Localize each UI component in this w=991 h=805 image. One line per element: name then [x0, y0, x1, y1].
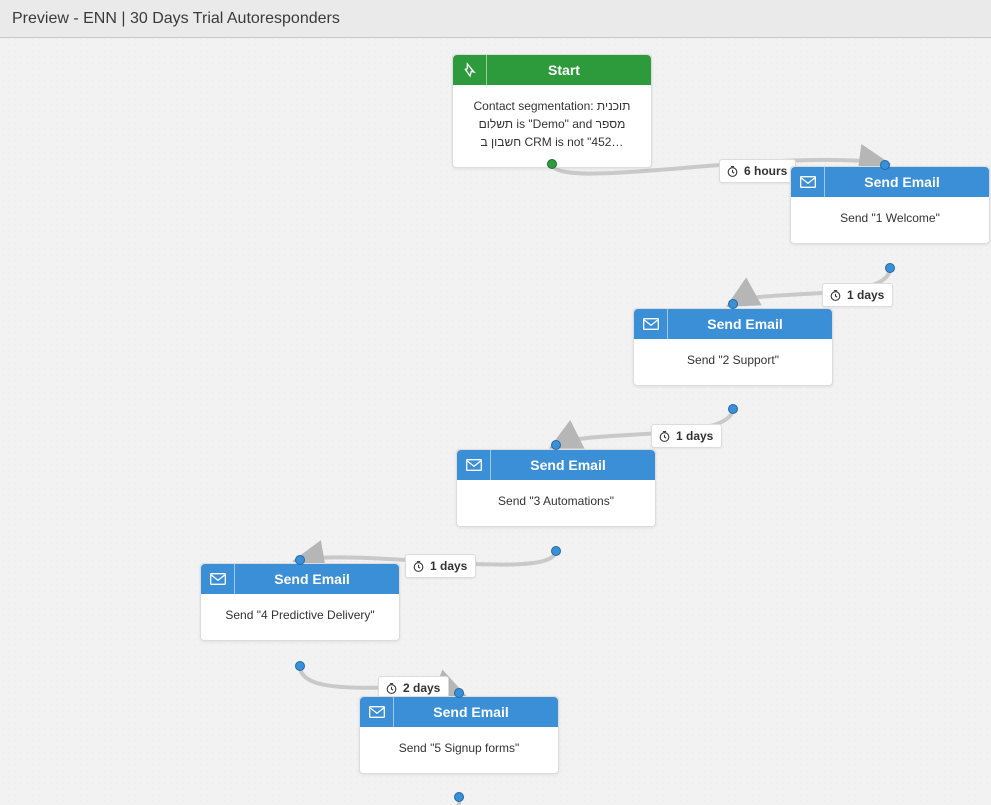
clock-icon	[658, 430, 671, 443]
email2-out-port[interactable]	[728, 404, 738, 414]
email5-node-title: Send Email	[394, 704, 558, 720]
delay-chip-3-label: 1 days	[676, 429, 713, 443]
clock-icon	[385, 682, 398, 695]
pointer-icon	[453, 55, 487, 85]
delay-chip-2-label: 1 days	[847, 288, 884, 302]
mail-icon	[360, 697, 394, 727]
clock-icon	[829, 289, 842, 302]
email1-out-port[interactable]	[885, 263, 895, 273]
email4-in-port[interactable]	[295, 555, 305, 565]
workflow-canvas[interactable]: Start Contact segmentation: תוכנית תשלום…	[0, 38, 991, 805]
email1-in-port[interactable]	[880, 160, 890, 170]
email2-in-port[interactable]	[728, 299, 738, 309]
start-node-body: Contact segmentation: תוכנית תשלום is "D…	[453, 85, 651, 167]
email3-in-port[interactable]	[551, 440, 561, 450]
email2-node-body: Send "2 Support"	[634, 339, 832, 385]
email5-node-header: Send Email	[360, 697, 558, 727]
email4-node[interactable]: Send Email Send "4 Predictive Delivery"	[200, 563, 400, 641]
delay-chip-4-label: 1 days	[430, 559, 467, 573]
delay-chip-1-label: 6 hours	[744, 164, 787, 178]
email4-out-port[interactable]	[295, 661, 305, 671]
start-out-port[interactable]	[547, 159, 557, 169]
email1-node[interactable]: Send Email Send "1 Welcome"	[790, 166, 990, 244]
mail-icon	[791, 167, 825, 197]
mail-icon	[201, 564, 235, 594]
email2-node[interactable]: Send Email Send "2 Support"	[633, 308, 833, 386]
delay-chip-2[interactable]: 1 days	[822, 283, 893, 307]
email3-node-header: Send Email	[457, 450, 655, 480]
email2-node-title: Send Email	[668, 316, 832, 332]
email3-node-body: Send "3 Automations"	[457, 480, 655, 526]
delay-chip-4[interactable]: 1 days	[405, 554, 476, 578]
email3-node[interactable]: Send Email Send "3 Automations"	[456, 449, 656, 527]
email5-in-port[interactable]	[454, 688, 464, 698]
clock-icon	[412, 560, 425, 573]
clock-icon	[726, 165, 739, 178]
start-node[interactable]: Start Contact segmentation: תוכנית תשלום…	[452, 54, 652, 168]
email5-out-port[interactable]	[454, 792, 464, 802]
email1-node-body: Send "1 Welcome"	[791, 197, 989, 243]
window-titlebar: Preview - ENN | 30 Days Trial Autorespon…	[0, 0, 991, 38]
email4-node-header: Send Email	[201, 564, 399, 594]
email2-node-header: Send Email	[634, 309, 832, 339]
email3-out-port[interactable]	[551, 546, 561, 556]
delay-chip-1[interactable]: 6 hours	[719, 159, 796, 183]
email4-node-body: Send "4 Predictive Delivery"	[201, 594, 399, 640]
email5-node-body: Send "5 Signup forms"	[360, 727, 558, 773]
email1-node-title: Send Email	[825, 174, 989, 190]
mail-icon	[457, 450, 491, 480]
email3-node-title: Send Email	[491, 457, 655, 473]
email4-node-title: Send Email	[235, 571, 399, 587]
start-node-title: Start	[487, 62, 651, 78]
mail-icon	[634, 309, 668, 339]
delay-chip-3[interactable]: 1 days	[651, 424, 722, 448]
email5-node[interactable]: Send Email Send "5 Signup forms"	[359, 696, 559, 774]
email1-node-header: Send Email	[791, 167, 989, 197]
window-title: Preview - ENN | 30 Days Trial Autorespon…	[12, 10, 340, 28]
start-node-header: Start	[453, 55, 651, 85]
delay-chip-5-label: 2 days	[403, 681, 440, 695]
